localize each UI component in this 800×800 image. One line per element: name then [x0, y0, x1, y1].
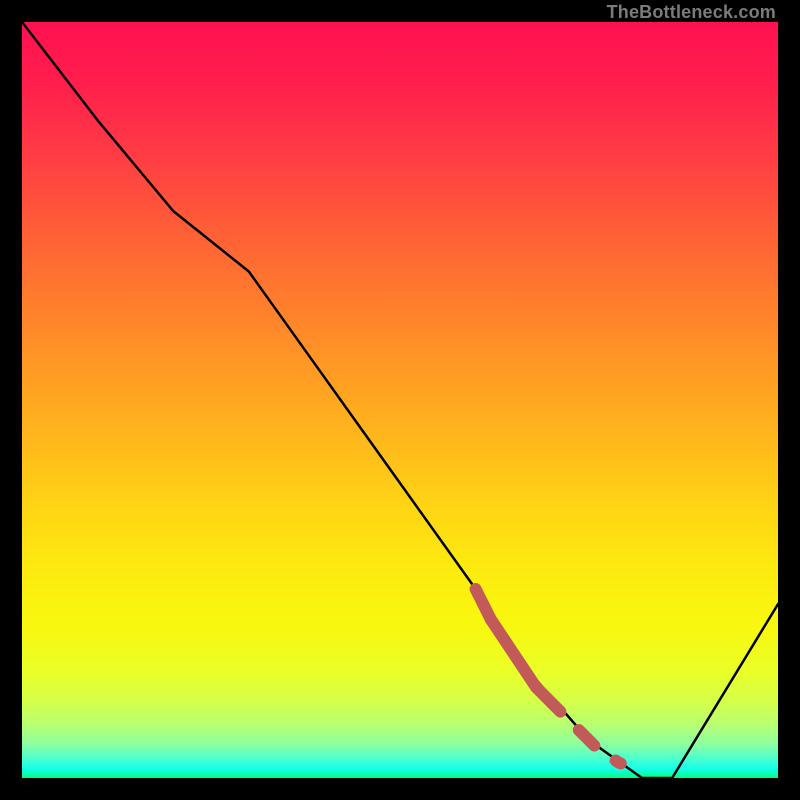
watermark-label: TheBottleneck.com	[607, 2, 776, 23]
curve-layer	[22, 22, 778, 778]
bottleneck-curve	[22, 22, 778, 778]
chart-stage: TheBottleneck.com	[0, 0, 800, 800]
optimal-segment	[476, 589, 642, 770]
plot-area	[22, 22, 778, 778]
